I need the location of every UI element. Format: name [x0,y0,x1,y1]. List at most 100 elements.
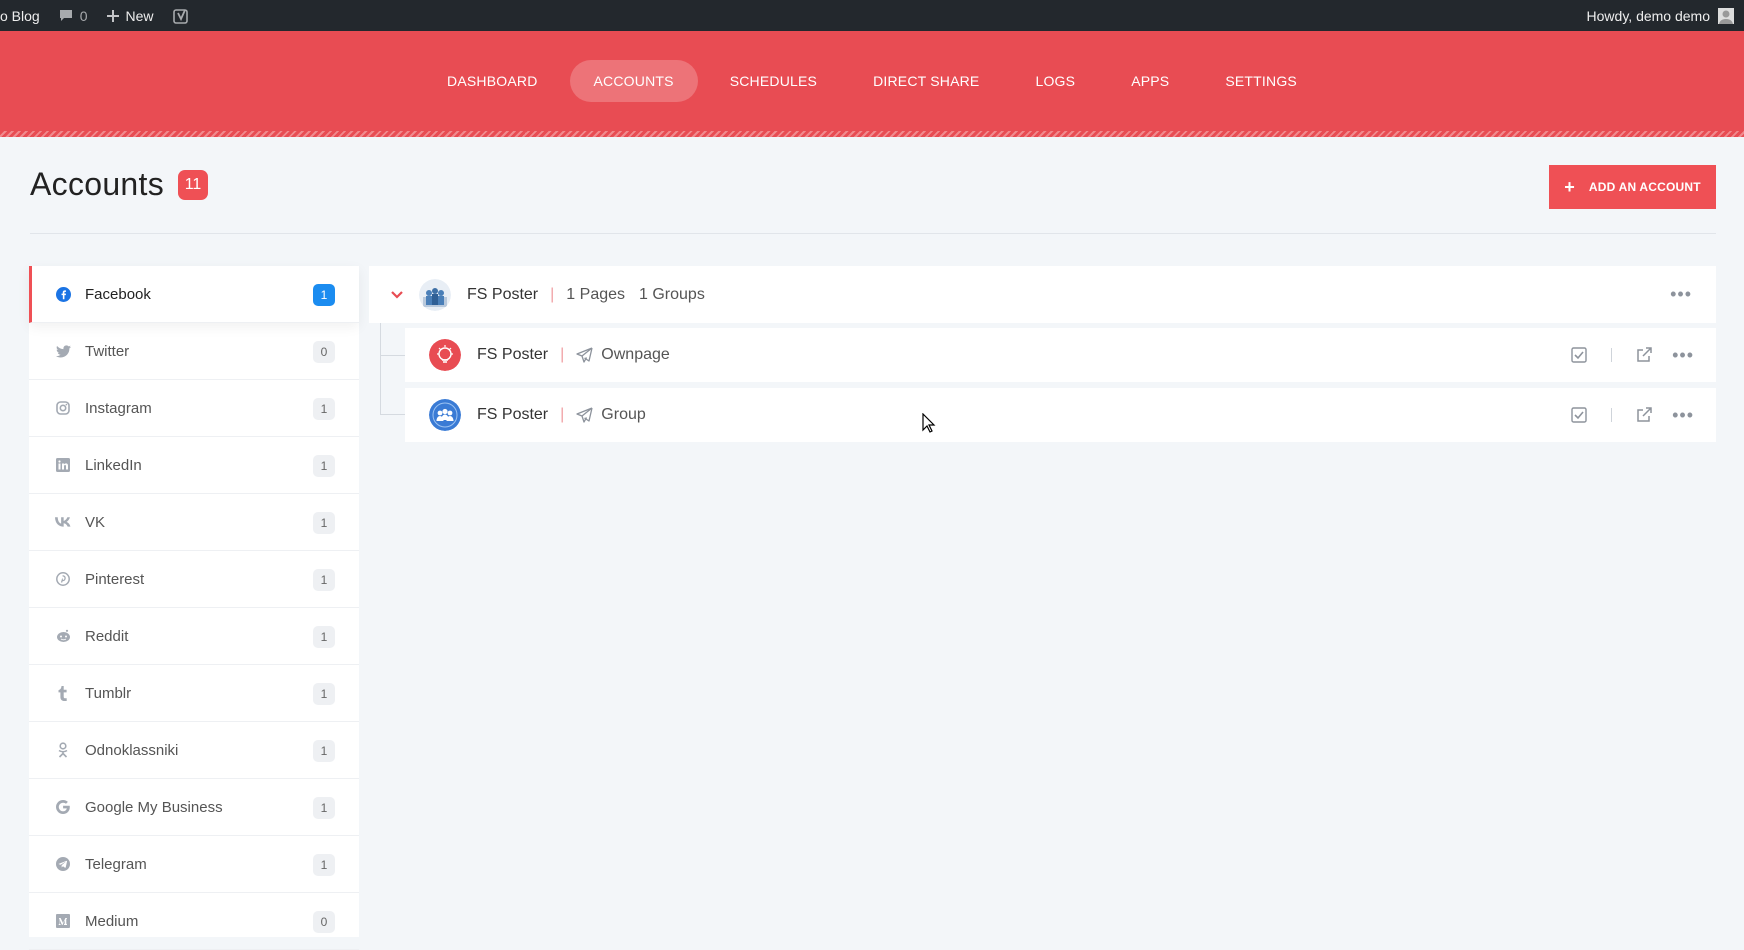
sidebar-item-label: Instagram [85,399,152,417]
pages-count: 1 Pages [566,285,626,303]
plus-icon [106,9,119,22]
sidebar-item-vk[interactable]: VK 1 [29,494,359,551]
sidebar-item-reddit[interactable]: Reddit 1 [29,608,359,665]
sidebar-item-label: Pinterest [85,570,145,588]
mouse-cursor-icon [922,413,936,433]
sidebar-item-tumblr[interactable]: Tumblr 1 [29,665,359,722]
yoast-link[interactable] [172,7,196,25]
add-account-button[interactable]: + ADD AN ACCOUNT [1549,165,1716,209]
sidebar-item-label: Reddit [85,627,129,645]
external-link-icon[interactable] [1636,407,1652,423]
tree-connector [380,414,405,415]
nav-accounts[interactable]: ACCOUNTS [569,60,698,102]
more-options-icon[interactable]: ••• [1670,266,1692,323]
separator: | [550,285,555,303]
node-row-group[interactable]: FS Poster | Group ••• [405,388,1716,442]
node-row-ownpage[interactable]: FS Poster | Ownpage ••• [405,328,1716,382]
medium-icon [55,913,71,929]
plus-icon: + [1564,177,1575,197]
site-name-link[interactable]: o Blog [0,8,40,24]
group-avatar [429,399,461,431]
action-divider [1611,348,1613,362]
paper-plane-icon [576,407,593,423]
sidebar-item-linkedin[interactable]: LinkedIn 1 [29,437,359,494]
sidebar-item-count: 0 [313,341,335,363]
sidebar-item-label: Odnoklassniki [85,741,179,759]
sidebar-item-odnoklassniki[interactable]: Odnoklassniki 1 [29,722,359,779]
telegram-icon [55,856,71,872]
sidebar-item-count: 1 [313,854,335,876]
sidebar-item-count: 1 [313,455,335,477]
account-menu[interactable]: Howdy, demo demo [1587,0,1734,31]
sidebar-item-count: 1 [313,683,335,705]
page-title: Accounts [30,166,165,202]
sidebar-item-count: 0 [313,911,335,933]
sidebar-item-facebook[interactable]: Facebook 1 [29,266,359,323]
sidebar-item-count: 1 [313,569,335,591]
sidebar-item-count: 1 [313,284,335,306]
node-name: FS Poster [477,346,549,363]
separator: | [560,406,565,423]
comment-icon [59,9,72,21]
nav-stripe [0,131,1744,137]
sidebar-item-count: 1 [313,626,335,648]
sidebar-item-count: 1 [313,797,335,819]
sidebar-item-pinterest[interactable]: Pinterest 1 [29,551,359,608]
social-network-sidebar: Facebook 1 Twitter 0 Instagram 1 LinkedI… [29,266,359,950]
account-name: FS Poster [467,285,539,303]
node-name: FS Poster [477,406,549,423]
comments-link[interactable]: 0 [58,8,88,24]
more-options-icon[interactable]: ••• [1672,345,1694,366]
external-link-icon[interactable] [1636,347,1652,363]
account-row[interactable]: FS Poster | 1 Pages 1 Groups ••• [369,266,1716,323]
nav-schedules[interactable]: SCHEDULES [706,60,841,102]
tree-connector [380,323,381,415]
user-icon [1719,10,1733,24]
new-label: New [125,7,154,24]
sidebar-item-label: LinkedIn [85,456,142,474]
nav-dashboard[interactable]: DASHBOARD [423,60,561,102]
action-divider [1611,408,1613,422]
sidebar-item-medium[interactable]: Medium 0 [29,893,359,950]
page-header: Accounts 11 [30,166,209,203]
sidebar-item-label: Medium [85,912,139,930]
nav-apps[interactable]: APPS [1107,60,1193,102]
nav-settings[interactable]: SETTINGS [1201,60,1321,102]
sidebar-item-label: Facebook [85,285,151,303]
greeting: Howdy, demo demo [1586,7,1710,24]
header-divider [30,233,1716,234]
sidebar-item-count: 1 [313,740,335,762]
sidebar-item-label: VK [85,513,106,531]
twitter-icon [55,343,71,359]
site-name: o Blog [0,7,40,24]
checkbox-icon[interactable] [1571,407,1587,423]
comments-count: 0 [79,7,88,24]
chevron-down-icon[interactable] [391,290,405,299]
nav-direct-share[interactable]: DIRECT SHARE [849,60,1003,102]
facebook-icon [55,286,71,302]
account-avatar [419,278,451,311]
vk-icon [55,514,71,530]
avatar [1718,7,1734,24]
sidebar-item-twitter[interactable]: Twitter 0 [29,323,359,380]
sidebar-item-telegram[interactable]: Telegram 1 [29,836,359,893]
nav-logs[interactable]: LOGS [1011,60,1099,102]
pinterest-icon [55,571,71,587]
sidebar-item-label: Tumblr [85,684,132,702]
linkedin-icon [55,457,71,473]
checkbox-icon[interactable] [1571,347,1587,363]
sidebar-item-instagram[interactable]: Instagram 1 [29,380,359,437]
add-account-label: ADD AN ACCOUNT [1588,180,1701,194]
more-options-icon[interactable]: ••• [1672,405,1694,426]
reddit-icon [55,628,71,644]
sidebar-item-label: Google My Business [85,798,223,816]
sidebar-item-google-my-business[interactable]: Google My Business 1 [29,779,359,836]
sidebar-item-label: Telegram [85,855,147,873]
new-content-link[interactable]: New [106,8,154,24]
sidebar-item-count: 1 [313,512,335,534]
paper-plane-icon [576,347,593,363]
google-icon [55,799,71,815]
tree-connector [380,355,405,356]
admin-bar: o Blog 0 New Howdy, demo demo [0,0,1744,31]
groups-count: 1 Groups [639,285,705,303]
